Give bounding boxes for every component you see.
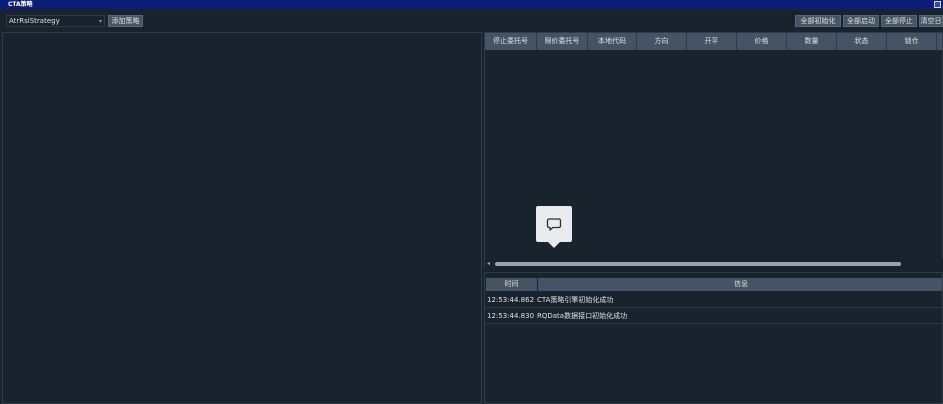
strategy-area (2, 32, 482, 404)
column-header[interactable]: 锁仓 (887, 33, 937, 50)
horizontal-scrollbar[interactable]: ◂ (485, 259, 943, 268)
log-message: CTA策略引擎初始化成功 (537, 296, 614, 304)
title-bar: CTA策略 (0, 0, 943, 9)
scroll-left-icon[interactable]: ◂ (487, 259, 490, 268)
chat-bubble-icon (546, 218, 562, 231)
log-time: 12:53:44.862 (487, 296, 535, 304)
log-row[interactable]: 12:53:44.862 CTA策略引擎初始化成功 (485, 292, 942, 308)
window-title: CTA策略 (8, 1, 33, 8)
column-header[interactable]: 本地代码 (588, 33, 637, 50)
add-strategy-button[interactable]: 添加策略 (108, 15, 143, 27)
strategy-select-value: AtrRsiStrategy (9, 17, 60, 25)
scrollbar-thumb[interactable] (495, 262, 901, 266)
log-row[interactable]: 12:53:44.830 RQData数据接口初始化成功 (485, 308, 942, 324)
start-all-button[interactable]: 全部启动 (843, 15, 879, 27)
column-header[interactable]: 数量 (787, 33, 837, 50)
log-time-header[interactable]: 时间 (486, 278, 537, 291)
log-message: RQData数据接口初始化成功 (537, 312, 628, 320)
column-header[interactable]: 停止委托号 (485, 33, 537, 50)
strategy-select[interactable]: AtrRsiStrategy ▾ (6, 15, 105, 27)
chevron-down-icon: ▾ (98, 18, 102, 25)
init-all-button[interactable]: 全部初始化 (795, 15, 841, 27)
feedback-tooltip[interactable] (536, 206, 572, 248)
column-header[interactable]: 价格 (737, 33, 787, 50)
column-header[interactable]: 方向 (637, 33, 687, 50)
log-table: 时间 信息 12:53:44.862 CTA策略引擎初始化成功 12:53:44… (484, 272, 943, 404)
table-header: 停止委托号 限价委托号 本地代码 方向 开平 价格 数量 状态 锁仓 (485, 33, 942, 50)
log-time: 12:53:44.830 (487, 312, 535, 320)
log-message-header[interactable]: 信息 (538, 278, 942, 291)
stop-all-button[interactable]: 全部停止 (881, 15, 917, 27)
column-header[interactable]: 开平 (687, 33, 737, 50)
column-header-overflow (937, 33, 942, 50)
clear-log-button[interactable]: 清空日 (919, 15, 943, 27)
restore-icon[interactable] (934, 1, 941, 8)
column-header[interactable]: 状态 (837, 33, 887, 50)
column-header[interactable]: 限价委托号 (537, 33, 588, 50)
